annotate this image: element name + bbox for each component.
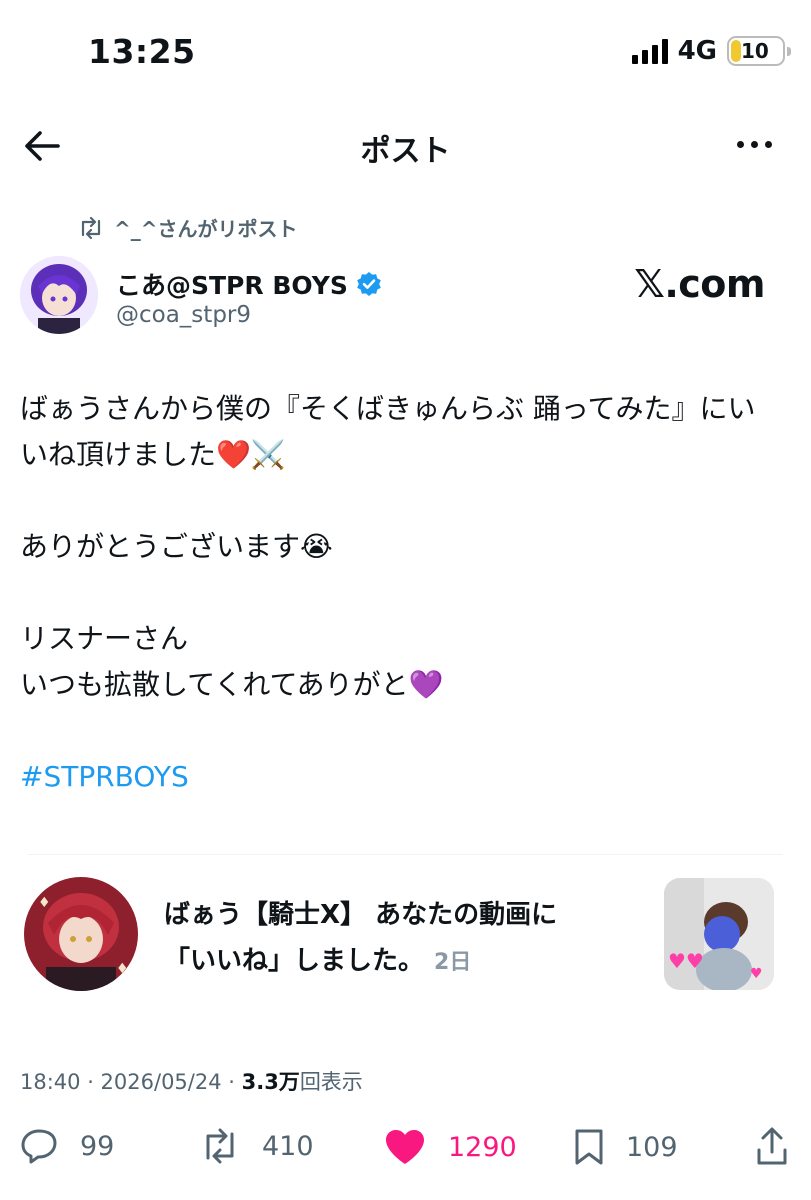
- share-button[interactable]: [756, 1126, 788, 1166]
- author-name-row[interactable]: こあ@STPR BOYS: [116, 266, 382, 302]
- post-line: ありがとうございます😭: [20, 530, 333, 563]
- repost-text: ^_^さんがリポスト: [114, 217, 298, 241]
- repost-icon: [206, 1128, 234, 1164]
- like-count: 1290: [448, 1131, 517, 1163]
- svg-text:♦: ♦: [116, 961, 129, 977]
- bookmark-icon: [575, 1129, 603, 1165]
- embedded-line: 「いいね」しました。: [164, 946, 425, 976]
- view-count[interactable]: 3.3万: [242, 1070, 300, 1094]
- hashtag-link[interactable]: #STPRBOYS: [20, 754, 790, 800]
- post-text: ばぁうさんから僕の『そくばきゅんらぶ 踊ってみた』にい いね頂けました❤️⚔️ …: [20, 386, 790, 800]
- page-title: ポスト: [360, 134, 451, 169]
- repost-count: 410: [262, 1130, 314, 1162]
- like-button[interactable]: 1290: [384, 1128, 517, 1166]
- more-options-icon[interactable]: [737, 132, 777, 156]
- embedded-video-thumbnail: ♥♥ ♥: [664, 878, 774, 990]
- post-line: ばぁうさんから僕の『そくばきゅんらぶ 踊ってみた』にい: [20, 392, 756, 425]
- post-line: いね頂けました❤️⚔️: [20, 438, 286, 471]
- svg-text:♦: ♦: [38, 895, 51, 911]
- heart-filled-icon: [386, 1130, 424, 1164]
- share-icon: [757, 1127, 787, 1165]
- post-meta: 18:40 · 2026/05/24 · 3.3万回表示: [20, 1066, 363, 1096]
- view-label: 回表示: [299, 1070, 363, 1094]
- reply-button[interactable]: 99: [20, 1128, 114, 1164]
- bookmark-count: 109: [626, 1131, 678, 1163]
- embedded-notification: ばぁう【騎士X】 あなたの動画に 「いいね」しました。 2日: [164, 892, 557, 986]
- svg-text:♥: ♥: [750, 966, 763, 982]
- repost-context: ^_^さんがリポスト: [78, 213, 298, 242]
- action-bar: 99 410 1290 109: [0, 1124, 811, 1176]
- battery-icon: 10: [727, 36, 791, 66]
- embedded-line: ばぁう【騎士X】 あなたの動画に: [164, 900, 558, 930]
- embedded-time: 2日: [434, 950, 472, 975]
- svg-text:♥♥: ♥♥: [668, 949, 704, 973]
- network-label: 4G: [677, 36, 717, 66]
- embedded-avatar: ♦ ♦: [24, 877, 138, 991]
- battery-level: 10: [741, 39, 769, 63]
- post-datetime: 18:40 · 2026/05/24 ·: [20, 1070, 242, 1094]
- post-line: リスナーさん: [20, 622, 189, 655]
- nav-header: ポスト: [0, 118, 811, 174]
- x-com-watermark: 𝕏.com: [634, 262, 765, 306]
- post-line: いつも拡散してくれてありがと💜: [20, 668, 444, 701]
- reply-icon: [21, 1129, 57, 1164]
- status-indicators: 4G 10: [631, 36, 791, 66]
- status-time: 13:25: [88, 32, 196, 71]
- signal-icon: [631, 38, 668, 64]
- divider: [28, 854, 783, 855]
- author-name[interactable]: こあ@STPR BOYS: [116, 266, 348, 302]
- author-handle[interactable]: @coa_stpr9: [116, 302, 251, 328]
- repost-icon: [81, 216, 101, 239]
- verified-badge-icon: [357, 272, 381, 296]
- author-avatar[interactable]: [20, 256, 98, 334]
- repost-button[interactable]: 410: [200, 1128, 314, 1164]
- reply-count: 99: [80, 1130, 115, 1162]
- bookmark-button[interactable]: 109: [574, 1128, 678, 1166]
